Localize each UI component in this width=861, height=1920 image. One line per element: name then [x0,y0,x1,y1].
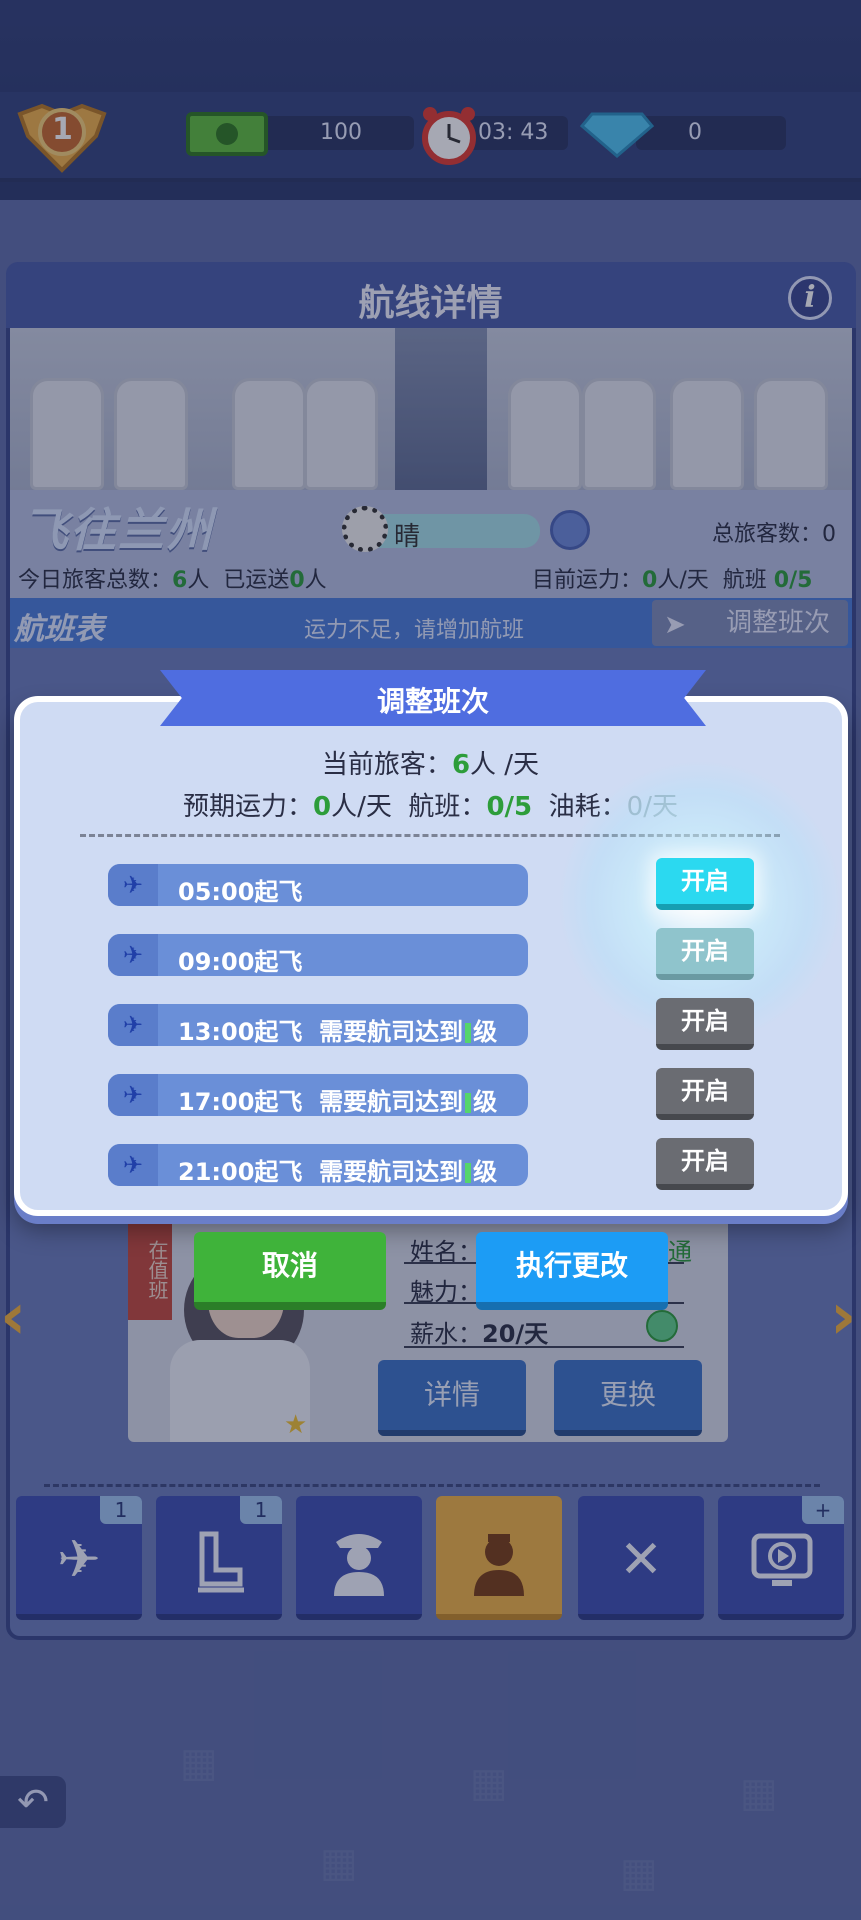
plane-icon: ✈ [108,934,158,976]
plane-icon: ✈ [108,1004,158,1046]
tab-badge: 1 [240,1496,282,1524]
sun-icon [342,506,388,552]
cabin-image [10,328,852,490]
flight-row [108,934,528,976]
expected-capacity-line: 预期运力：0人/天 航班：0/5 油耗：0/天 [183,792,678,822]
flight-row [108,864,528,906]
flight-attendant-icon [474,1534,524,1596]
schedule-title: 航班表 [14,612,104,647]
plane-icon: ✈ [108,1144,158,1186]
modal-divider [80,834,780,837]
cash-value: 100 [320,120,362,145]
staff-replace-button[interactable]: 更换 [554,1360,702,1436]
on-duty-ribbon: 在值班 [128,1210,172,1320]
salary-line [404,1346,684,1348]
total-passengers: 总旅客数：0 [712,522,837,547]
tab-divider [44,1484,820,1487]
flight-time: 05:00起飞 [178,878,303,906]
bg-pattern: ▦ [740,1770,778,1816]
star-icon: ★ [284,1410,308,1440]
staff-details-button[interactable]: 详情 [378,1360,526,1436]
route-panel-title: 航线详情 [358,283,503,324]
bg-pattern: ▦ [320,1840,358,1886]
flight-time: 13:00起飞 需要航司达到级 [178,1018,498,1046]
pointer-icon: ➤ [664,610,686,640]
staff-salary-label: 薪水：20/天 [410,1320,549,1348]
alarm-clock-icon [422,107,476,165]
mood-icon [646,1310,678,1342]
weather-label: 晴 [394,522,421,552]
toggle-flight-0500[interactable]: 开启 [656,858,754,910]
toggle-flight-1300[interactable]: 开启 [656,998,754,1050]
gems-pill [636,116,786,150]
bg-pattern: ▦ [180,1740,218,1786]
timer-value: 03: 43 [478,120,549,145]
plane-icon: ✈ [108,1074,158,1116]
pilot-icon [334,1534,384,1596]
tab-badge: + [802,1496,844,1524]
catering-icon: ✕ [619,1530,663,1590]
rank-level: 1 [52,112,73,147]
bg-pattern: ▦ [620,1850,658,1896]
toggle-flight-2100[interactable]: 开启 [656,1138,754,1190]
flight-time: 09:00起飞 [178,948,303,976]
toggle-flight-0900[interactable]: 开启 [656,928,754,980]
diamond-icon [580,112,654,158]
seat-icon [198,1531,244,1593]
today-passengers: 今日旅客总数：6人 已运送0人 [18,568,327,593]
bg-pattern: ▦ [470,1760,508,1806]
gems-value: 0 [688,120,702,145]
modal-title: 调整班次 [376,685,489,718]
cash-icon [186,112,268,156]
previous-arrow-icon[interactable]: ‹ [0,1282,30,1352]
entertainment-icon [751,1533,813,1586]
tab-badge: 1 [100,1496,142,1524]
flight-time: 17:00起飞 需要航司达到级 [178,1088,498,1116]
toggle-flight-1700[interactable]: 开启 [656,1068,754,1120]
cancel-button[interactable]: 取消 [194,1232,386,1310]
schedule-hint: 运力不足，请增加航班 [304,618,525,643]
current-capacity: 目前运力：0人/天 航班 0/5 [532,568,813,593]
destination-title: 飞往兰州 [22,503,214,557]
info-icon[interactable]: i [788,276,832,320]
apply-changes-button[interactable]: 执行更改 [476,1232,668,1310]
back-button[interactable]: ↶ [0,1776,66,1828]
plane-icon: ✈ [108,864,158,906]
airplane-icon: ✈ [57,1530,101,1590]
next-arrow-icon[interactable]: › [830,1282,860,1352]
flight-time: 21:00起飞 需要航司达到级 [178,1158,498,1186]
weather-indicator-icon [550,510,590,550]
current-passengers-line: 当前旅客：6人 /天 [321,750,540,780]
